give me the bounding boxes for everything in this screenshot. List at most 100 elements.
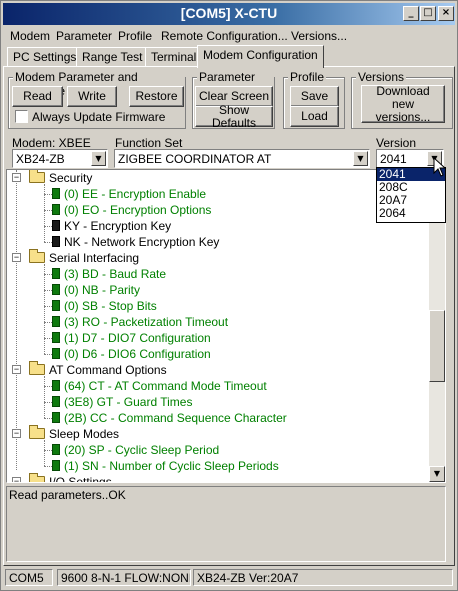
menu-parameter[interactable]: Parameter [56, 29, 112, 43]
status-firmware: XB24-ZB Ver:20A7 [193, 569, 453, 586]
parameter-icon [52, 460, 60, 471]
versions-group-title: Versions [356, 70, 407, 84]
tree-item[interactable]: (1) D7 - DIO7 Configuration [7, 330, 427, 346]
parameter-icon [52, 444, 60, 455]
show-defaults-button[interactable]: Show Defaults [195, 103, 273, 129]
tab-range-test[interactable]: Range Test [76, 47, 149, 67]
collapse-icon[interactable]: − [12, 253, 21, 262]
tree-item[interactable]: KY - Encryption Key [7, 218, 427, 234]
tree-item[interactable]: (64) CT - AT Command Mode Timeout [7, 378, 427, 394]
tree-folder-label: Security [49, 171, 93, 185]
menu-profile[interactable]: Profile [118, 29, 152, 43]
title-bar[interactable]: [COM5] X-CTU _ □ × [3, 3, 455, 25]
function-set-label: Function Set [115, 136, 183, 150]
status-bar: COM5 9600 8-N-1 FLOW:NONE XB24-ZB Ver:20… [3, 569, 455, 587]
tree-item-label: (3) BD - Baud Rate [64, 267, 167, 281]
tree-item[interactable]: (3) RO - Packetization Timeout [7, 314, 427, 330]
tree-folder-sleep-modes[interactable]: − Sleep Modes [11, 425, 431, 442]
chevron-down-icon[interactable]: ▼ [91, 151, 106, 166]
save-profile-button[interactable]: Save [290, 86, 339, 107]
folder-icon [29, 473, 45, 482]
tree-item[interactable]: NK - Network Encryption Key [7, 234, 427, 250]
tree-item[interactable]: (0) EO - Encryption Options [7, 202, 427, 218]
version-select-value: 2041 [380, 152, 407, 166]
version-option[interactable]: 2064 [377, 207, 445, 220]
parameter-icon [52, 348, 60, 359]
function-set-select-value: ZIGBEE COORDINATOR AT [118, 152, 272, 166]
tree-item-label: (3) RO - Packetization Timeout [64, 315, 229, 329]
tree-item-label: (0) SB - Stop Bits [64, 299, 157, 313]
tree-item-label: (3E8) GT - Guard Times [64, 395, 193, 409]
parameter-icon [52, 412, 60, 423]
collapse-icon[interactable]: − [12, 365, 21, 374]
tab-modem-configuration[interactable]: Modem Configuration [197, 45, 324, 68]
parameter-icon [52, 204, 60, 215]
restore-button[interactable]: Restore [129, 86, 184, 107]
tree-item-label: (64) CT - AT Command Mode Timeout [64, 379, 267, 393]
always-update-firmware-checkbox[interactable] [15, 110, 28, 123]
tab-terminal[interactable]: Terminal [145, 47, 203, 67]
read-button[interactable]: Read [12, 86, 63, 107]
tree-item-label: (0) EE - Encryption Enable [64, 187, 207, 201]
folder-icon [29, 170, 45, 183]
tree-item-label: (2B) CC - Command Sequence Character [64, 411, 287, 425]
tree-item[interactable]: (0) D6 - DIO6 Configuration [7, 346, 427, 362]
modem-select-value: XB24-ZB [16, 152, 65, 166]
mouse-cursor-icon [433, 157, 447, 177]
maximize-button[interactable]: □ [420, 6, 436, 21]
write-button[interactable]: Write [67, 86, 117, 107]
parameter-icon [52, 332, 60, 343]
status-port: COM5 [5, 569, 53, 586]
tree-item[interactable]: (2B) CC - Command Sequence Character [7, 410, 427, 426]
scroll-thumb[interactable] [429, 310, 445, 382]
folder-icon [29, 249, 45, 263]
collapse-icon[interactable]: − [12, 429, 21, 438]
parameter-icon [52, 284, 60, 295]
log-message: Read parameters..OK [9, 488, 126, 502]
parameter-icon [52, 236, 60, 247]
tree-item[interactable]: (0) SB - Stop Bits [7, 298, 427, 314]
collapse-icon[interactable]: − [12, 477, 21, 482]
tree-item[interactable]: (3) BD - Baud Rate [7, 266, 427, 282]
scroll-down-icon[interactable]: ▼ [429, 466, 445, 482]
app-window: [COM5] X-CTU _ □ × Modem Parameter Profi… [0, 0, 458, 591]
tree-folder-label: I/O Settings [49, 475, 112, 483]
tree-item[interactable]: (0) NB - Parity [7, 282, 427, 298]
folder-icon [29, 425, 45, 439]
menu-remote-configuration[interactable]: Remote Configuration... [161, 29, 288, 43]
parameter-icon [52, 316, 60, 327]
modem-select[interactable]: XB24-ZB ▼ [12, 149, 108, 168]
menu-versions[interactable]: Versions... [291, 29, 347, 43]
tree-folder-io-settings[interactable]: − I/O Settings [11, 473, 431, 483]
tab-pc-settings[interactable]: PC Settings [7, 47, 83, 67]
parameter-icon [52, 268, 60, 279]
always-update-firmware-label: Always Update Firmware [32, 110, 166, 124]
download-new-versions-button[interactable]: Download new versions... [361, 84, 445, 123]
parameter-icon [52, 396, 60, 407]
window-title: [COM5] X-CTU [180, 5, 278, 21]
tree-item[interactable]: (1) SN - Number of Cyclic Sleep Periods [7, 458, 427, 474]
profile-group-title: Profile [288, 70, 327, 84]
tree-item[interactable]: (20) SP - Cyclic Sleep Period [7, 442, 427, 458]
parameter-icon [52, 300, 60, 311]
load-profile-button[interactable]: Load [290, 106, 339, 127]
tree-folder-label: Sleep Modes [49, 427, 120, 441]
tree-folder-security[interactable]: − Security [11, 170, 431, 186]
tree-folder-serial-interfacing[interactable]: − Serial Interfacing [11, 249, 431, 266]
tree-item[interactable]: (0) EE - Encryption Enable [7, 186, 427, 202]
minimize-button[interactable]: _ [403, 6, 419, 21]
tree-item-label: (0) EO - Encryption Options [64, 203, 212, 217]
tree-folder-label: Serial Interfacing [49, 251, 140, 265]
tree-folder-at-command-options[interactable]: − AT Command Options [11, 361, 431, 378]
status-log: Read parameters..OK [6, 486, 446, 562]
tree-item-label: NK - Network Encryption Key [64, 235, 220, 249]
modem-label: Modem: XBEE [12, 136, 91, 150]
function-set-select[interactable]: ZIGBEE COORDINATOR AT ▼ [114, 149, 370, 168]
tree-item-label: (1) D7 - DIO7 Configuration [64, 331, 211, 345]
tree-item[interactable]: (3E8) GT - Guard Times [7, 394, 427, 410]
collapse-icon[interactable]: − [12, 173, 21, 182]
close-button[interactable]: × [438, 6, 454, 21]
tree-item-label: (0) D6 - DIO6 Configuration [64, 347, 211, 361]
chevron-down-icon[interactable]: ▼ [353, 151, 368, 166]
menu-modem[interactable]: Modem [10, 29, 50, 43]
